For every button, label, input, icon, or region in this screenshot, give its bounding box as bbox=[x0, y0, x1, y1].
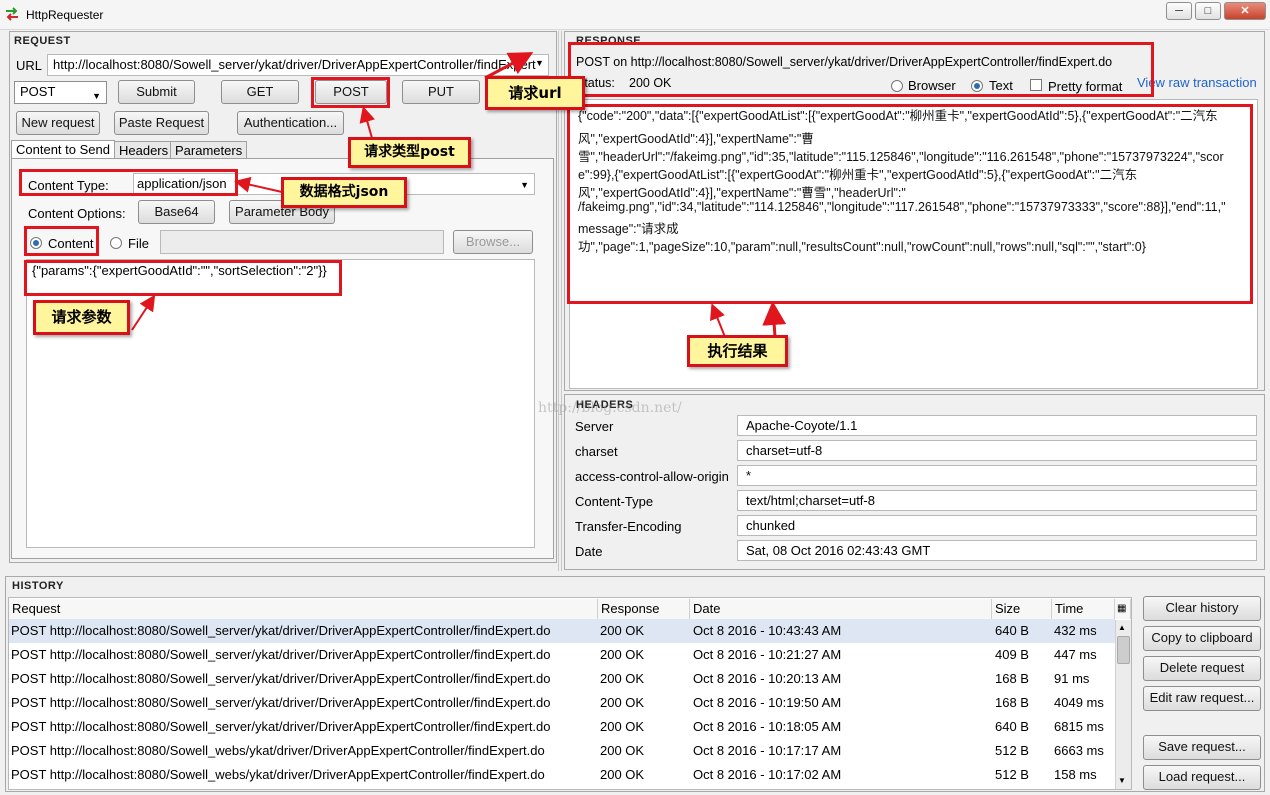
params-note: 请求参数 bbox=[33, 300, 130, 335]
url-note: 请求url bbox=[485, 76, 585, 110]
result-arrow-left bbox=[710, 303, 726, 338]
post-arrow bbox=[359, 106, 375, 139]
result-arrow-right bbox=[762, 301, 787, 338]
url-arrow bbox=[484, 52, 534, 80]
json-note: 数据格式json bbox=[281, 177, 407, 208]
params-arrow bbox=[131, 294, 156, 331]
result-note: 执行结果 bbox=[687, 335, 788, 367]
json-arrow bbox=[234, 176, 283, 193]
post-note: 请求类型post bbox=[348, 137, 471, 168]
annotation-arrows bbox=[131, 52, 787, 338]
